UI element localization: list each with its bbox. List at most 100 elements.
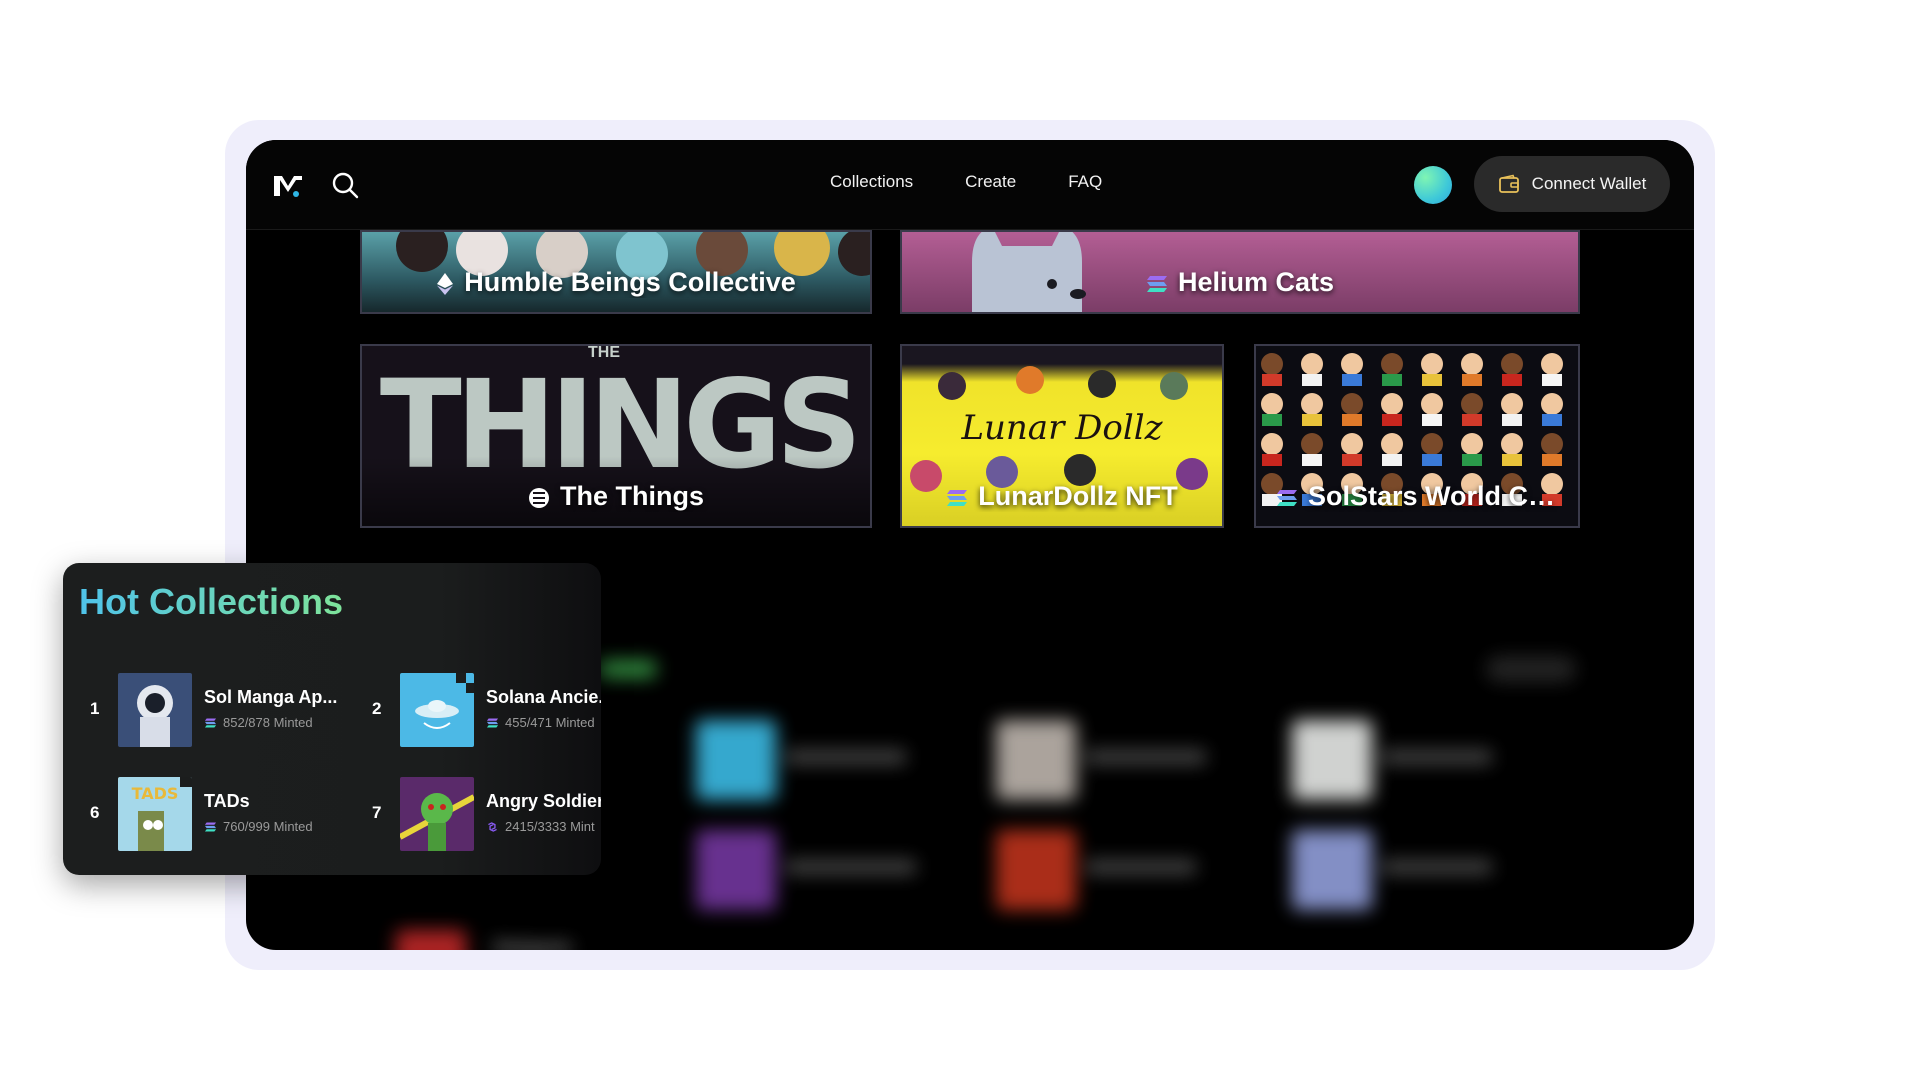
solstar-body: [1302, 374, 1322, 386]
wallet-icon: [1498, 174, 1519, 193]
solstar-body: [1382, 414, 1402, 426]
hot-collection-item[interactable]: 1 Sol Manga Ap... 852/878 Minted: [90, 673, 350, 747]
minted-count: 455/471 Minted: [505, 715, 595, 730]
collection-name: TADs: [204, 791, 250, 811]
collection-name: LunarDollz NFT: [978, 481, 1178, 511]
solana-ancients-thumbnail: [400, 673, 474, 747]
solstar-body: [1382, 454, 1402, 466]
minted-count: 852/878 Minted: [223, 715, 313, 730]
solstar-head: [1301, 393, 1323, 415]
lunardollz-art-text: Lunar Dollz: [961, 408, 1163, 448]
solstar-head: [1261, 353, 1283, 375]
solstar-head: [1501, 393, 1523, 415]
hot-collections-title: Hot Collections: [79, 581, 344, 622]
collection-name: The Things: [560, 481, 704, 511]
solana-round-icon: [529, 487, 549, 508]
solstar-head: [1261, 433, 1283, 455]
minted-count: 2415/3333 Mint: [505, 819, 595, 834]
solstar-body: [1462, 374, 1482, 386]
solstar-head: [1261, 393, 1283, 415]
solstar-head: [1341, 393, 1363, 415]
collection-name: Helium Cats: [1177, 267, 1335, 297]
solana-icon: [204, 718, 217, 727]
collection-card-helium-cats[interactable]: Helium Cats: [900, 230, 1580, 314]
connect-wallet-button[interactable]: Connect Wallet: [1474, 156, 1670, 212]
solana-icon: [1277, 489, 1297, 506]
solstar-head: [1381, 433, 1403, 455]
collection-card-the-things[interactable]: THE THINGS The Things: [360, 344, 872, 528]
angry-soldiers-thumbnail: [400, 777, 474, 851]
solana-icon: [1146, 275, 1167, 292]
collection-card-humble-beings[interactable]: Humble Beings Collective: [360, 230, 872, 314]
collection-name: Angry Soldier:: [486, 791, 601, 811]
solstar-head: [1381, 353, 1403, 375]
solstar-head: [1501, 433, 1523, 455]
background-list-label: Delegram: [494, 938, 572, 950]
connect-wallet-label: Connect Wallet: [1531, 174, 1647, 193]
magic-eden-logo-icon[interactable]: [272, 170, 304, 200]
rank: 6: [90, 803, 100, 822]
solstar-head: [1341, 433, 1363, 455]
solstar-body: [1262, 414, 1282, 426]
solstar-body: [1302, 414, 1322, 426]
hot-collection-item[interactable]: 6 TADS TADs 760/999 Minted: [90, 777, 350, 851]
nav-collections[interactable]: Collections: [830, 172, 913, 192]
collection-name: Humble Beings Collective: [464, 267, 796, 297]
solstar-body: [1462, 454, 1482, 466]
solstar-body: [1542, 414, 1562, 426]
solstar-body: [1422, 454, 1442, 466]
solana-icon: [947, 489, 968, 506]
solstar-body: [1342, 414, 1362, 426]
rank: 1: [90, 699, 100, 718]
tads-art-text: TADS: [132, 784, 179, 803]
solstar-body: [1422, 374, 1442, 386]
solstar-head: [1461, 353, 1483, 375]
nav-faq[interactable]: FAQ: [1068, 172, 1102, 192]
rank: 7: [372, 803, 382, 822]
collection-card-solstars[interactable]: SolStars World Cu...: [1254, 344, 1580, 528]
solstar-head: [1341, 353, 1363, 375]
top-navigation-bar: Collections Create FAQ Connect Wallet: [246, 140, 1694, 230]
solana-icon: [204, 822, 217, 831]
solstar-head: [1421, 353, 1443, 375]
solstar-head: [1541, 433, 1563, 455]
solana-icon: [486, 718, 499, 727]
solstar-body: [1462, 414, 1482, 426]
solstar-body: [1422, 414, 1442, 426]
rank: 2: [372, 699, 382, 718]
solstar-body: [1502, 454, 1522, 466]
solstar-body: [1502, 374, 1522, 386]
hot-collection-item[interactable]: 2 Solana Ancie... 455/471 Minted: [372, 673, 601, 747]
sol-manga-thumbnail: [118, 673, 192, 747]
collection-name: Solana Ancie...: [486, 687, 601, 707]
hot-collection-item[interactable]: 7 Angry Soldier: 2415/3333 Mint: [372, 777, 601, 851]
polygon-icon: [488, 821, 497, 832]
solstar-head: [1421, 433, 1443, 455]
solstar-head: [1541, 393, 1563, 415]
tads-thumbnail: TADS: [118, 777, 192, 851]
solstar-body: [1342, 454, 1362, 466]
solstar-body: [1302, 454, 1322, 466]
solstar-head: [1541, 353, 1563, 375]
nav-create[interactable]: Create: [965, 172, 1016, 192]
solstar-body: [1342, 374, 1362, 386]
solstar-body: [1542, 374, 1562, 386]
solstar-head: [1461, 433, 1483, 455]
solstar-head: [1501, 353, 1523, 375]
solstar-body: [1542, 454, 1562, 466]
hot-collections-panel: Hot Collections 1 Sol Manga Ap... 852/87…: [63, 563, 601, 875]
solstar-head: [1421, 393, 1443, 415]
solstar-head: [1381, 393, 1403, 415]
collection-card-lunardollz[interactable]: Lunar Dollz LunarDollz NFT: [900, 344, 1224, 528]
solstar-body: [1262, 454, 1282, 466]
solstar-body: [1262, 374, 1282, 386]
avatar[interactable]: [1414, 166, 1452, 204]
minted-count: 760/999 Minted: [223, 819, 313, 834]
collection-name: Sol Manga Ap...: [204, 687, 338, 707]
search-icon[interactable]: [330, 170, 360, 200]
solstar-body: [1382, 374, 1402, 386]
solstar-head: [1461, 393, 1483, 415]
ethereum-icon: [437, 272, 454, 295]
collection-name: SolStars World Cu...: [1308, 481, 1568, 511]
solstar-body: [1502, 414, 1522, 426]
